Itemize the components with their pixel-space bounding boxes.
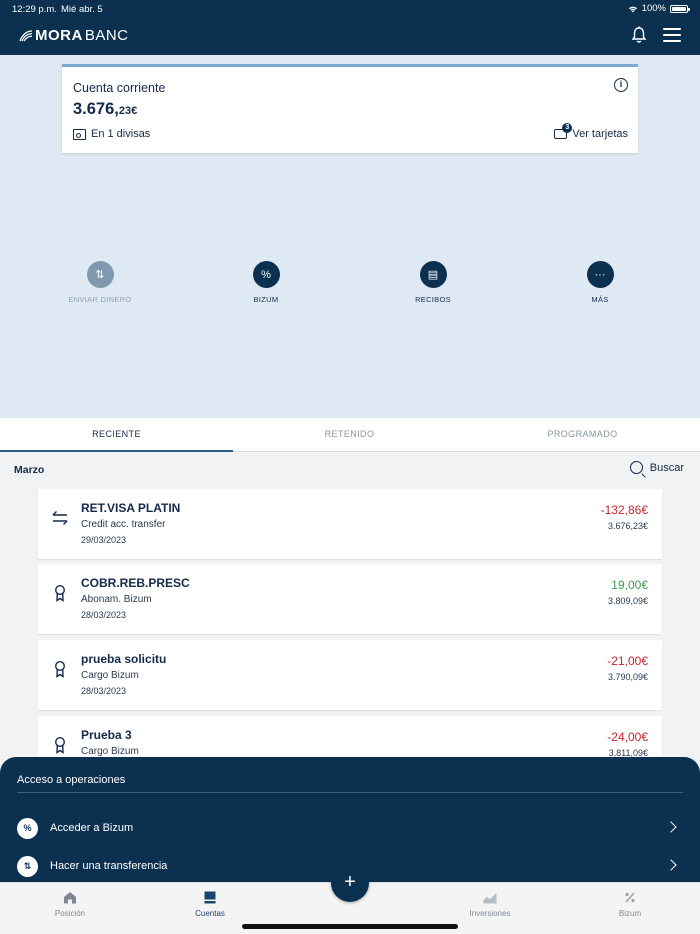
nav-bizum[interactable]: Bizum xyxy=(580,891,680,918)
logo-wave-icon xyxy=(19,29,33,41)
transaction-amount: -132,86€ xyxy=(600,503,648,517)
receipt-icon: ▤ xyxy=(419,261,447,288)
award-icon xyxy=(54,660,66,678)
more-action[interactable]: ··· MÁS xyxy=(540,261,660,304)
bizum-access-label: Acceder a Bizum xyxy=(50,822,134,834)
quick-actions: ⇅ ENVIAR DINERO % BIZUM ▤ RECIBOS ··· MÁ… xyxy=(0,261,700,311)
bizum-access-button[interactable]: % Acceder a Bizum xyxy=(17,817,683,839)
nav-accounts[interactable]: Cuentas xyxy=(160,891,260,918)
operations-divider xyxy=(17,792,683,793)
chevron-right-icon xyxy=(665,859,677,871)
search-button[interactable]: Buscar xyxy=(629,461,684,474)
currency-icon xyxy=(73,128,86,140)
search-label: Buscar xyxy=(649,461,684,474)
more-label: MÁS xyxy=(591,295,609,304)
send-money-action[interactable]: ⇅ ENVIAR DINERO xyxy=(40,261,160,304)
month-heading: Marzo xyxy=(14,464,45,476)
operations-title: Acceso a operaciones xyxy=(17,774,126,786)
transaction-subtitle: Cargo Bizum xyxy=(81,670,139,681)
balance-main: 3.676, xyxy=(73,100,119,118)
info-icon[interactable]: i xyxy=(614,78,628,92)
bizum-icon xyxy=(625,892,635,903)
account-title: Cuenta corriente xyxy=(73,81,166,95)
currencies-label: En 1 divisas xyxy=(91,128,151,140)
status-bar: 12:29 p.m. Mié abr. 5 100% xyxy=(0,0,700,18)
nav-position-label: Posición xyxy=(54,909,86,918)
morabanc-logo: MORA BANC xyxy=(19,27,129,44)
transaction-name: RET.VISA PLATIN xyxy=(81,501,181,515)
status-time: 12:29 p.m. xyxy=(12,4,57,15)
battery-icon xyxy=(670,4,690,13)
bizum-icon: % xyxy=(252,261,280,288)
transaction-name: Prueba 3 xyxy=(81,728,132,742)
logo-text-light: BANC xyxy=(84,27,129,44)
status-right: 100% xyxy=(628,3,690,14)
chevron-right-icon xyxy=(665,821,677,833)
transfer-icon xyxy=(52,511,68,525)
movement-tabs: RECIENTE RETENIDO PROGRAMADO xyxy=(0,418,700,452)
transaction-name: COBR.REB.PRESC xyxy=(81,576,190,590)
transaction-row[interactable]: prueba solicitu Cargo Bizum 28/03/2023 -… xyxy=(38,640,662,710)
transaction-balance: 3.809,09€ xyxy=(607,596,648,606)
nav-position[interactable]: Posición xyxy=(20,891,120,918)
award-icon xyxy=(54,584,66,602)
bizum-icon: % xyxy=(17,817,38,839)
home-indicator xyxy=(242,924,458,929)
tab-recent[interactable]: RECIENTE xyxy=(0,418,233,452)
view-cards-label: Ver tarjetas xyxy=(572,128,628,140)
balance-decimals: 23€ xyxy=(118,105,138,117)
transactions-list: Marzo Buscar RET.VISA PLATIN Credit acc.… xyxy=(0,452,700,782)
view-cards-link[interactable]: 3 Ver tarjetas xyxy=(554,123,628,140)
transaction-balance: 3.676,23€ xyxy=(607,521,648,531)
account-balance: 3.676,23€ xyxy=(73,100,137,119)
transaction-subtitle: Cargo Bizum xyxy=(81,746,139,757)
transaction-row[interactable]: RET.VISA PLATIN Credit acc. transfer 29/… xyxy=(38,489,662,559)
chart-area-icon xyxy=(483,893,497,904)
card-icon: 3 xyxy=(554,123,573,139)
transaction-row[interactable]: COBR.REB.PRESC Abonam. Bizum 28/03/2023 … xyxy=(38,564,662,634)
transaction-subtitle: Credit acc. transfer xyxy=(81,519,166,530)
receipts-action[interactable]: ▤ RECIBOS xyxy=(373,261,493,304)
app-header: 12:29 p.m. Mié abr. 5 100% MORA BANC xyxy=(0,0,700,55)
transaction-amount: -21,00€ xyxy=(607,654,648,668)
hamburger-menu-icon[interactable] xyxy=(663,28,681,42)
transaction-amount: 19,00€ xyxy=(611,578,648,592)
transaction-date: 29/03/2023 xyxy=(81,535,127,545)
transaction-date: 28/03/2023 xyxy=(81,610,127,620)
send-money-icon: ⇅ xyxy=(86,261,114,288)
transaction-date: 28/03/2023 xyxy=(81,686,127,696)
add-fab-button[interactable]: + xyxy=(331,864,369,902)
bell-icon[interactable] xyxy=(630,26,648,44)
bizum-label: BIZUM xyxy=(253,295,279,304)
transaction-amount: -24,00€ xyxy=(607,730,648,744)
home-icon xyxy=(64,892,76,904)
logo-text-bold: MORA xyxy=(35,27,83,44)
nav-bizum-label: Bizum xyxy=(618,909,642,918)
nav-investments-label: Inversiones xyxy=(469,909,511,918)
transfer-label: Hacer una transferencia xyxy=(50,860,168,872)
cards-count-badge: 3 xyxy=(562,123,573,133)
nav-accounts-label: Cuentas xyxy=(195,909,225,918)
transaction-name: prueba solicitu xyxy=(81,652,167,666)
status-date: Mié abr. 5 xyxy=(61,4,103,15)
receipts-label: RECIBOS xyxy=(415,295,451,304)
nav-investments[interactable]: Inversiones xyxy=(440,891,540,918)
transaction-subtitle: Abonam. Bizum xyxy=(81,594,152,605)
send-money-label: ENVIAR DINERO xyxy=(68,295,132,304)
transaction-balance: 3.790,09€ xyxy=(607,672,648,682)
battery-percent: 100% xyxy=(641,3,666,14)
accounts-icon xyxy=(204,891,216,904)
tab-retained[interactable]: RETENIDO xyxy=(233,418,466,452)
award-icon xyxy=(54,736,66,754)
more-icon: ··· xyxy=(586,261,614,288)
transfer-icon: ⇅ xyxy=(17,855,38,877)
currencies-link[interactable]: En 1 divisas xyxy=(73,128,150,140)
search-icon xyxy=(629,461,643,474)
wifi-icon xyxy=(628,6,637,12)
tab-scheduled[interactable]: PROGRAMADO xyxy=(466,418,699,452)
account-card[interactable]: Cuenta corriente i 3.676,23€ En 1 divisa… xyxy=(62,64,638,153)
bizum-action[interactable]: % BIZUM xyxy=(206,261,326,304)
